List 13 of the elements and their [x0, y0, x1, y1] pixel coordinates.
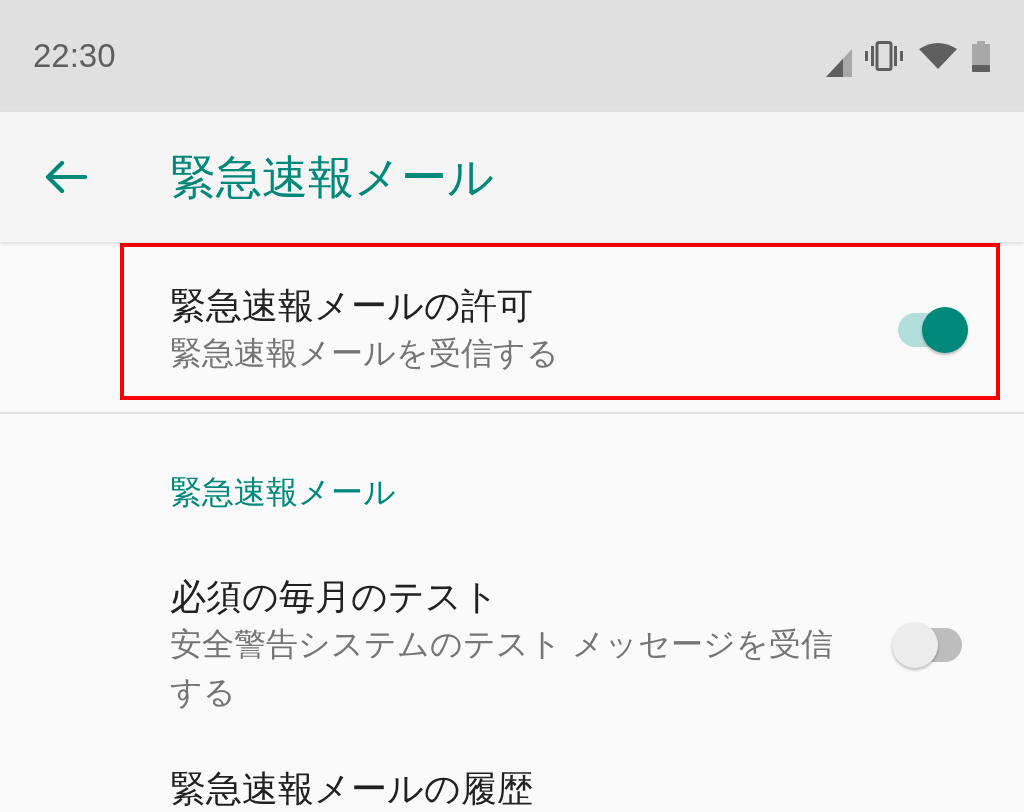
status-time: 22:30	[33, 36, 116, 76]
section-header: 緊急速報メール	[170, 472, 396, 513]
setting-title[interactable]: 緊急速報メールの許可	[170, 283, 533, 329]
app-bar-title: 緊急速報メール	[170, 149, 494, 205]
back-icon[interactable]	[45, 161, 87, 193]
wifi-icon	[919, 43, 957, 69]
signal-icon	[826, 49, 852, 77]
battery-icon	[972, 40, 990, 72]
setting-summary: 安全警告システムのテスト メッセージを受信する	[170, 624, 835, 713]
vibrate-icon	[865, 41, 903, 71]
setting-summary: 緊急速報メールを受信する	[170, 333, 559, 374]
setting-title[interactable]: 緊急速報メールの履歴	[170, 766, 533, 812]
setting-title[interactable]: 必須の毎月のテスト	[170, 574, 499, 620]
